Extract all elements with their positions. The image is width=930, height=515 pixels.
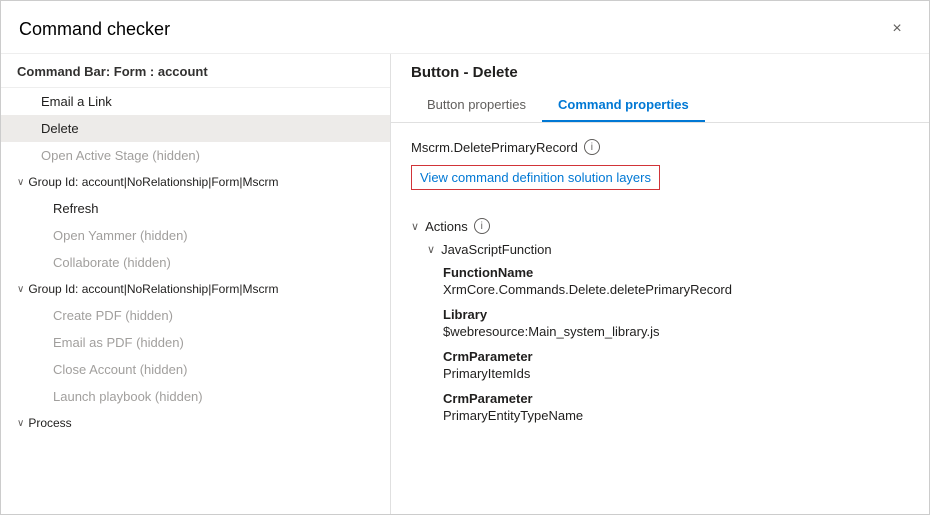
- group1-chevron-icon: ∨: [17, 177, 24, 188]
- group2-chevron-icon: ∨: [17, 284, 24, 295]
- property-crm-parameter-1: CrmParameter PrimaryItemIds: [443, 349, 909, 381]
- process-chevron-icon: ∨: [17, 418, 24, 429]
- actions-chevron-icon: ∨: [411, 220, 419, 233]
- tree-item-delete[interactable]: Delete: [1, 115, 390, 142]
- close-button[interactable]: ×: [883, 15, 911, 43]
- tree-item-close-account[interactable]: Close Account (hidden): [1, 356, 390, 383]
- function-name-label: FunctionName: [443, 265, 909, 280]
- tree-group-1[interactable]: ∨ Group Id: account|NoRelationship|Form|…: [1, 169, 390, 195]
- left-panel-header: Command Bar: Form : account: [1, 54, 390, 88]
- actions-section-header: ∨ Actions i: [411, 218, 909, 234]
- right-panel-header: Button - Delete Button properties Comman…: [391, 54, 929, 123]
- function-name-value: XrmCore.Commands.Delete.deletePrimaryRec…: [443, 282, 909, 297]
- command-id-row: Mscrm.DeletePrimaryRecord i: [411, 139, 909, 155]
- left-panel: Command Bar: Form : account Email a Link…: [1, 54, 391, 514]
- tree-item-email-a-link[interactable]: Email a Link: [1, 88, 390, 115]
- dialog-header: Command checker ×: [1, 1, 929, 54]
- right-panel-title: Button - Delete: [411, 64, 909, 81]
- tree-group-1-label: Group Id: account|NoRelationship|Form|Ms…: [28, 175, 278, 189]
- library-value: $webresource:Main_system_library.js: [443, 324, 909, 339]
- tree-item-create-pdf[interactable]: Create PDF (hidden): [1, 302, 390, 329]
- crm-parameter-2-label: CrmParameter: [443, 391, 909, 406]
- tree-item-open-active-stage[interactable]: Open Active Stage (hidden): [1, 142, 390, 169]
- property-crm-parameter-2: CrmParameter PrimaryEntityTypeName: [443, 391, 909, 423]
- tree-group-process[interactable]: ∨ Process: [1, 410, 390, 436]
- crm-parameter-2-value: PrimaryEntityTypeName: [443, 408, 909, 423]
- library-label: Library: [443, 307, 909, 322]
- tab-button-properties[interactable]: Button properties: [411, 89, 542, 122]
- right-panel-content[interactable]: Mscrm.DeletePrimaryRecord i View command…: [391, 123, 929, 514]
- dialog-title: Command checker: [19, 19, 170, 40]
- tab-command-properties[interactable]: Command properties: [542, 89, 705, 122]
- javascript-function-subsection: ∨ JavaScriptFunction FunctionName XrmCor…: [427, 242, 909, 423]
- tree-item-open-yammer[interactable]: Open Yammer (hidden): [1, 222, 390, 249]
- right-panel: Button - Delete Button properties Comman…: [391, 54, 929, 514]
- tree-item-email-as-pdf[interactable]: Email as PDF (hidden): [1, 329, 390, 356]
- command-id-info-icon[interactable]: i: [584, 139, 600, 155]
- tabs-container: Button properties Command properties: [411, 89, 909, 122]
- tree-item-refresh[interactable]: Refresh: [1, 195, 390, 222]
- property-library: Library $webresource:Main_system_library…: [443, 307, 909, 339]
- actions-info-icon[interactable]: i: [474, 218, 490, 234]
- left-panel-content[interactable]: Email a Link Delete Open Active Stage (h…: [1, 88, 390, 514]
- property-function-name: FunctionName XrmCore.Commands.Delete.del…: [443, 265, 909, 297]
- view-solution-layers-link[interactable]: View command definition solution layers: [411, 165, 660, 190]
- javascript-function-header: ∨ JavaScriptFunction: [427, 242, 909, 257]
- dialog-body: Command Bar: Form : account Email a Link…: [1, 54, 929, 514]
- command-id-text: Mscrm.DeletePrimaryRecord: [411, 140, 578, 155]
- command-checker-dialog: Command checker × Command Bar: Form : ac…: [0, 0, 930, 515]
- actions-section-label: Actions: [425, 219, 468, 234]
- tree-group-2-label: Group Id: account|NoRelationship|Form|Ms…: [28, 282, 278, 296]
- tree-group-2[interactable]: ∨ Group Id: account|NoRelationship|Form|…: [1, 276, 390, 302]
- tree-item-collaborate[interactable]: Collaborate (hidden): [1, 249, 390, 276]
- tree-item-launch-playbook[interactable]: Launch playbook (hidden): [1, 383, 390, 410]
- crm-parameter-1-value: PrimaryItemIds: [443, 366, 909, 381]
- crm-parameter-1-label: CrmParameter: [443, 349, 909, 364]
- tree-group-process-label: Process: [28, 416, 71, 430]
- js-function-chevron-icon: ∨: [427, 243, 435, 256]
- javascript-function-label: JavaScriptFunction: [441, 242, 552, 257]
